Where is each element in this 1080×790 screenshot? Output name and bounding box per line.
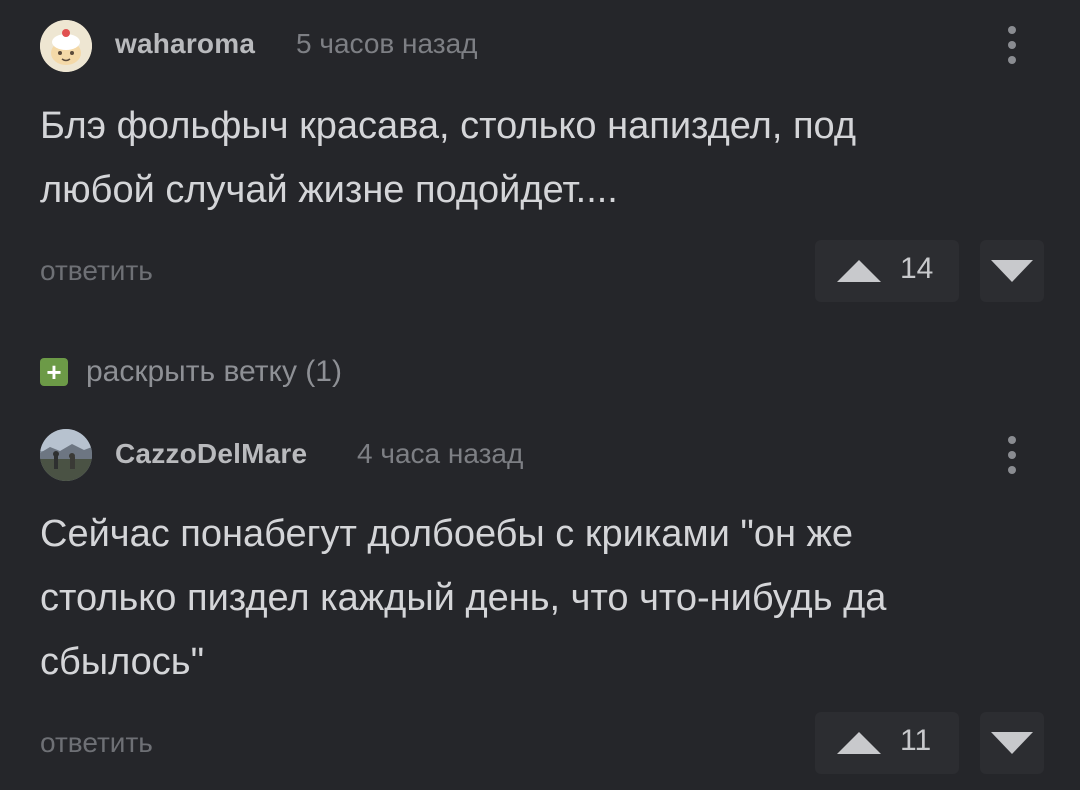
upvote-button[interactable]: 11 — [815, 712, 959, 774]
more-options-icon[interactable] — [996, 431, 1028, 479]
comment-text: Сейчас понабегут долбоебы с криками "он … — [40, 513, 887, 683]
triangle-down-icon — [991, 732, 1033, 754]
triangle-up-icon — [837, 732, 881, 754]
comment: CazzoDelMare 4 часа назад Сейчас понабег… — [0, 0, 1080, 790]
user-avatar[interactable] — [40, 429, 92, 481]
landscape-photo-avatar-icon — [40, 429, 92, 481]
rating-count: 11 — [900, 724, 932, 757]
username[interactable]: CazzoDelMare — [115, 438, 307, 470]
downvote-button[interactable] — [980, 712, 1044, 774]
reply-button[interactable]: ответить — [40, 727, 153, 759]
comment-timestamp: 4 часа назад — [357, 438, 524, 469]
